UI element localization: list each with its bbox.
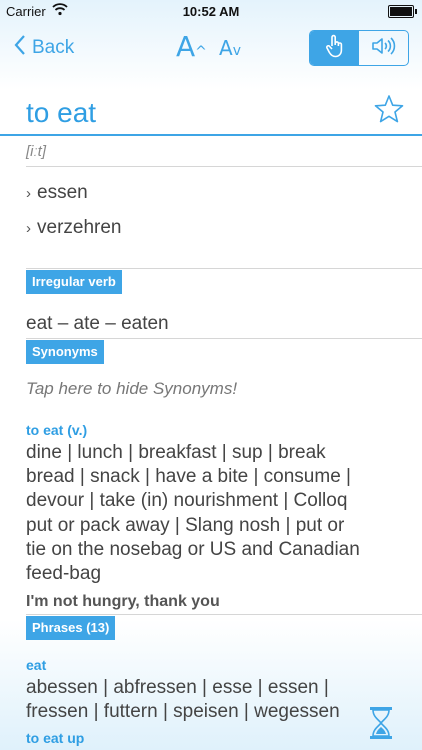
synonym-list: dine | lunch | breakfast | sup | break b… xyxy=(26,441,396,586)
example-sentence: I'm not hungry, thank you xyxy=(26,593,220,610)
battery-fill xyxy=(390,7,412,16)
navigation-bar: Back A^ Av xyxy=(0,22,422,74)
synonym-line: feed-bag xyxy=(26,563,102,585)
clock: 10:52 AM xyxy=(182,4,240,19)
chevron-right-icon: › xyxy=(26,220,31,237)
synonym-group-label: to eat (v.) xyxy=(26,422,88,438)
translation-item[interactable]: › verzehren xyxy=(26,217,122,239)
audio-button[interactable] xyxy=(359,31,408,65)
divider xyxy=(26,338,422,339)
translation-item[interactable]: › essen xyxy=(26,182,88,204)
chevron-left-icon xyxy=(14,34,26,62)
decrease-font-button[interactable]: Av xyxy=(219,36,241,60)
synonym-line: tie on the nosebag or US and Canadian xyxy=(26,538,360,560)
speaker-icon xyxy=(371,36,397,61)
phrase-line: fressen | futtern | speisen | wegessen xyxy=(26,701,340,723)
caret-up-icon: ^ xyxy=(195,44,207,60)
chevron-right-icon: › xyxy=(26,185,31,202)
decrease-font-label: A xyxy=(219,36,233,60)
status-bar: Carrier 10:52 AM xyxy=(0,0,422,22)
headword-row: to eat xyxy=(0,90,422,136)
synonym-line: put or pack away | Slang nosh | put or xyxy=(26,514,345,536)
divider xyxy=(26,614,422,615)
phrases-badge[interactable]: Phrases (13) xyxy=(26,616,116,640)
irregular-verb-badge: Irregular verb xyxy=(26,270,122,294)
divider xyxy=(26,268,422,269)
synonyms-badge[interactable]: Synonyms xyxy=(26,340,104,364)
translation-text: essen xyxy=(37,182,88,203)
increase-font-label: A xyxy=(176,30,196,63)
synonym-line: bread | snack | have a bite | consume | xyxy=(26,466,351,488)
translation-text: verzehren xyxy=(37,217,122,238)
headword: to eat xyxy=(26,97,97,128)
phrase-group-label: to eat up xyxy=(26,730,85,746)
mode-segmented-control xyxy=(309,30,409,66)
battery-nub xyxy=(415,9,417,14)
hand-pointer-icon xyxy=(325,34,345,63)
battery-icon xyxy=(388,5,417,18)
favorite-star-icon[interactable] xyxy=(374,94,404,129)
irregular-forms: eat – ate – eaten xyxy=(26,313,169,334)
synonym-line: devour | take (in) nourishment | Colloq xyxy=(26,490,348,512)
synonym-line: dine | lunch | breakfast | sup | break xyxy=(26,442,326,463)
caret-down-icon: v xyxy=(232,43,241,59)
back-label: Back xyxy=(32,37,75,58)
phrase-group-label: eat xyxy=(26,657,47,673)
increase-font-button[interactable]: A^ xyxy=(176,30,207,63)
phrase-list: abessen | abfressen | esse | essen | fre… xyxy=(26,676,396,724)
touch-mode-button[interactable] xyxy=(310,31,359,65)
divider xyxy=(26,166,422,167)
back-button[interactable]: Back xyxy=(14,34,74,62)
hourglass-icon[interactable] xyxy=(368,706,394,745)
synonyms-toggle-hint[interactable]: Tap here to hide Synonyms! xyxy=(26,379,237,399)
phrase-line: abessen | abfressen | esse | essen | xyxy=(26,677,329,698)
pronunciation: [iːt] xyxy=(26,143,47,160)
